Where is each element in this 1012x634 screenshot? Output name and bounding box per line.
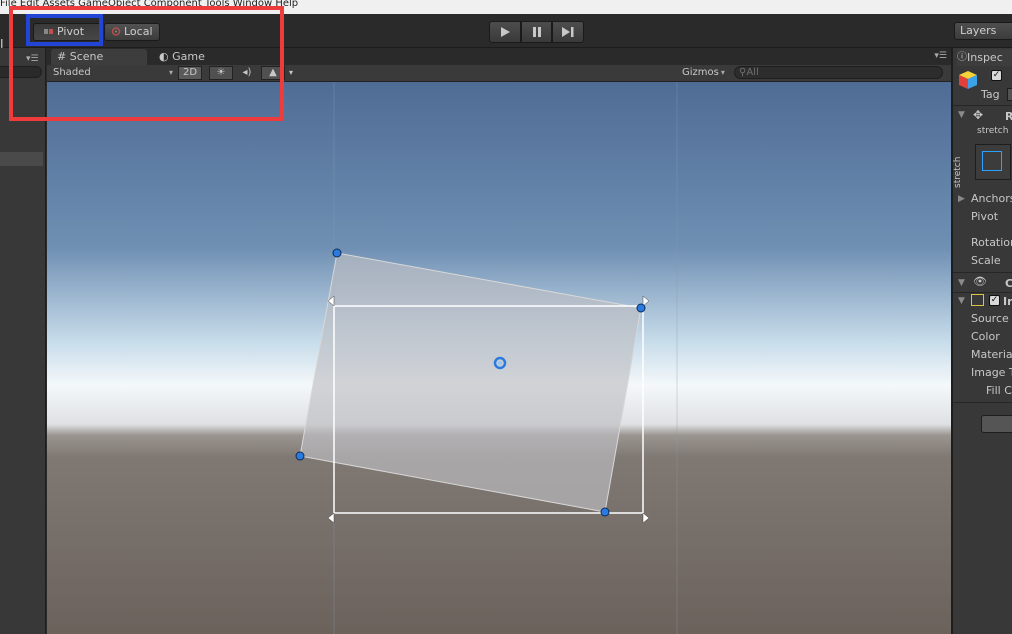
- gizmos-label: Gizmos: [682, 67, 719, 78]
- divider: [953, 272, 1012, 273]
- 2d-toggle-button[interactable]: 2D: [178, 66, 202, 80]
- add-component-button[interactable]: [981, 415, 1012, 433]
- hierarchy-panel: ▾☰: [0, 48, 46, 634]
- fill-center-label: Fill C: [986, 384, 1012, 397]
- rotation-label: Rotation: [971, 236, 1012, 249]
- corner-handle-tl[interactable]: [332, 248, 342, 258]
- image-enabled-checkbox[interactable]: ✓: [989, 295, 1000, 306]
- play-controls: [489, 21, 585, 43]
- sun-icon: ☀: [216, 67, 226, 78]
- tab-game-label: Game: [172, 50, 205, 63]
- tab-inspector-label: Inspec: [967, 51, 1003, 64]
- pivot-label: Pivot: [971, 210, 999, 223]
- local-label: Local: [124, 25, 153, 38]
- inspector-panel: ⓘ Inspec ✓ Tag ▼ ✥ R stretch stretch ▶ A…: [951, 48, 1012, 634]
- gizmos-dropdown[interactable]: Gizmos ▾: [682, 66, 725, 80]
- canvas-renderer-title: C: [1005, 277, 1012, 290]
- shading-mode-label: Shaded: [53, 67, 91, 78]
- corner-handle-br[interactable]: [600, 507, 610, 517]
- scene-search-placeholder: All: [746, 67, 759, 78]
- layers-dropdown[interactable]: Layers: [954, 22, 1012, 40]
- move-tool-icon: ✥: [973, 108, 984, 122]
- menu-bar[interactable]: File Edit Assets GameObject Component To…: [0, 0, 1012, 14]
- scene-search-input[interactable]: ⚲All: [734, 66, 943, 79]
- corner-handle-bl[interactable]: [295, 451, 305, 461]
- anchor-preset-icon: [982, 151, 1002, 171]
- divider: [953, 105, 1012, 106]
- local-toggle-button[interactable]: Local: [104, 23, 160, 41]
- scene-canvas[interactable]: [47, 82, 951, 634]
- main-toolbar: I Pivot Local Layers: [0, 14, 1012, 51]
- game-icon: ◐: [159, 50, 169, 63]
- pivot-handle-center: [498, 361, 502, 365]
- menu-bar-text: File Edit Assets GameObject Component To…: [0, 0, 299, 9]
- hierarchy-search-input[interactable]: [0, 66, 42, 78]
- scene-viewport[interactable]: [47, 82, 951, 634]
- shading-mode-dropdown[interactable]: Shaded ▾: [53, 66, 173, 80]
- tab-inspector[interactable]: ⓘ Inspec: [957, 49, 1012, 66]
- layers-label: Layers: [960, 24, 997, 37]
- divider: [953, 292, 1012, 293]
- tab-game[interactable]: ◐ Game: [153, 49, 223, 65]
- anchor-preset-button[interactable]: [975, 144, 1011, 180]
- fold-arrow-icon[interactable]: ▼: [958, 110, 965, 120]
- image-icon: ▲: [269, 67, 277, 78]
- play-button[interactable]: [489, 21, 521, 43]
- speaker-icon: ◂): [242, 67, 252, 78]
- stretch-v-label: stretch: [953, 156, 963, 188]
- color-label: Color: [971, 330, 1000, 343]
- pause-icon: [532, 27, 541, 37]
- tab-scene[interactable]: # Scene: [51, 49, 147, 65]
- divider: [953, 402, 1012, 403]
- tab-scene-label: Scene: [69, 50, 104, 63]
- image-component-title: Ir: [1003, 295, 1012, 308]
- fold-arrow-icon[interactable]: ▶: [958, 194, 965, 204]
- pivot-toggle-button[interactable]: Pivot: [33, 23, 101, 41]
- effects-toggle-button[interactable]: ▲: [261, 66, 285, 80]
- eye-icon: 👁: [973, 275, 987, 288]
- scene-toolbar: Shaded ▾ 2D ☀ ◂) ▲ ▾ Gizmos ▾ ⚲All: [47, 65, 951, 82]
- stretch-h-label: stretch: [977, 126, 1009, 136]
- gameobject-cube-icon: [959, 71, 977, 89]
- 2d-label: 2D: [182, 67, 198, 78]
- dropdown-caret-icon: ▾: [168, 68, 173, 77]
- local-icon: [111, 25, 121, 36]
- tag-dropdown[interactable]: [1007, 88, 1012, 101]
- corner-handle-tr[interactable]: [636, 303, 646, 313]
- gizmos-caret-icon: ▾: [720, 68, 725, 77]
- audio-toggle-button[interactable]: ◂): [235, 66, 259, 80]
- pivot-label: Pivot: [57, 25, 85, 38]
- fold-arrow-icon[interactable]: ▼: [958, 296, 965, 306]
- scale-label: Scale: [971, 254, 1001, 267]
- play-icon: [500, 27, 510, 37]
- active-checkbox[interactable]: ✓: [991, 70, 1002, 81]
- step-icon: [562, 27, 574, 37]
- rect-transform-title: R: [1005, 110, 1012, 123]
- lighting-toggle-button[interactable]: ☀: [209, 66, 233, 80]
- image-component-icon: [971, 294, 984, 306]
- panel-menu-icon[interactable]: ▾☰: [26, 54, 39, 64]
- view-tabs: # Scene ◐ Game ▾☰: [47, 48, 951, 65]
- effects-dropdown-button[interactable]: ▾: [285, 66, 297, 80]
- material-label: Materia: [971, 348, 1012, 361]
- pause-button[interactable]: [520, 21, 553, 43]
- tag-label: Tag: [981, 88, 1000, 101]
- fold-arrow-icon[interactable]: ▼: [958, 278, 965, 288]
- tab-menu-icon[interactable]: ▾☰: [934, 51, 947, 61]
- image-type-label: Image T: [971, 366, 1012, 379]
- anchors-label: Anchors: [971, 192, 1012, 205]
- source-label: Source: [971, 312, 1009, 325]
- pivot-icon: [44, 25, 54, 34]
- hierarchy-selected-row[interactable]: [0, 152, 43, 166]
- effects-caret-icon: ▾: [288, 68, 293, 77]
- step-button[interactable]: [552, 21, 585, 43]
- info-icon: ⓘ: [957, 52, 967, 63]
- grid-icon: #: [57, 50, 67, 63]
